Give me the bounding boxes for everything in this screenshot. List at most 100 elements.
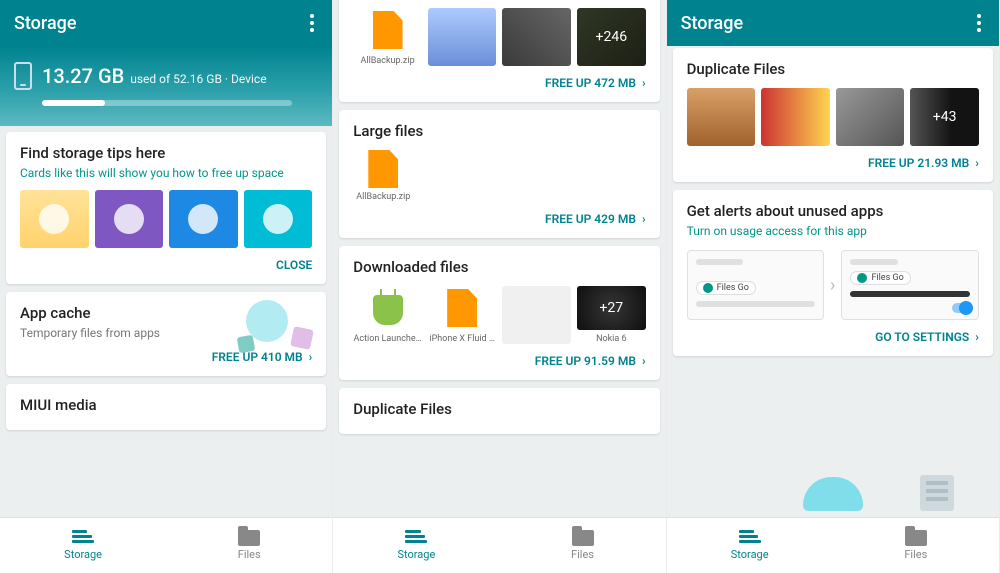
downloaded-title: Downloaded files [353, 258, 645, 276]
bottom-nav: Storage Files [667, 517, 999, 573]
footer-illustration [673, 471, 993, 511]
appbar-title: Storage [14, 13, 306, 34]
nav-files[interactable]: Files [833, 518, 999, 573]
nav-storage[interactable]: Storage [667, 518, 833, 573]
go-to-settings-button[interactable]: GO TO SETTINGS › [687, 330, 979, 344]
appbar-title: Storage [681, 13, 973, 34]
appbar: Storage [0, 0, 332, 46]
device-icon [14, 62, 32, 90]
close-label: CLOSE [276, 258, 312, 272]
nav-files-label: Files [904, 548, 927, 561]
more-count-overlay: +246 [577, 8, 646, 66]
nav-files-label: Files [571, 548, 594, 561]
media-thumb[interactable] [761, 88, 830, 146]
screen-storage-main: Storage 13.27 GB used of 52.16 GB · Devi… [0, 0, 333, 573]
list-item[interactable]: Action Launche… [353, 286, 422, 344]
duplicate-files-card-peek[interactable]: Duplicate Files [339, 388, 659, 434]
storage-tab-icon [72, 530, 94, 546]
miui-media-title: MIUI media [20, 396, 312, 414]
free-up-button[interactable]: FREE UP 91.59 MB › [353, 354, 645, 368]
folder-icon [905, 530, 927, 546]
free-up-button[interactable]: FREE UP 429 MB › [353, 212, 645, 226]
app-cache-illustration [208, 298, 318, 358]
screen-storage-scrolled: AllBackup.zip +246 FREE UP 472 MB › Larg… [333, 0, 666, 573]
media-thumb[interactable] [836, 88, 905, 146]
toggle-icon [952, 303, 972, 313]
duplicate-title: Duplicate Files [687, 60, 979, 78]
tips-card: Find storage tips here Cards like this w… [6, 132, 326, 284]
overflow-menu-icon[interactable] [973, 10, 985, 36]
free-up-label: FREE UP 21.93 MB [868, 156, 969, 170]
card-list[interactable]: Duplicate Files +43 FREE UP 21.93 MB › G… [667, 46, 999, 517]
list-item[interactable]: +27 Nokia 6 [577, 286, 646, 344]
duplicate-files-card[interactable]: Duplicate Files +43 FREE UP 21.93 MB › [673, 48, 993, 182]
downloaded-files-card[interactable]: Downloaded files Action Launche… iPhone … [339, 246, 659, 380]
media-thumb[interactable] [687, 88, 756, 146]
nav-storage-label: Storage [731, 548, 769, 561]
miui-media-card[interactable]: MIUI media [6, 384, 326, 430]
more-count-overlay: +27 [577, 286, 646, 330]
more-count-overlay: +43 [910, 88, 979, 146]
chevron-right-icon: › [642, 212, 646, 226]
card-list[interactable]: Find storage tips here Cards like this w… [0, 126, 332, 517]
file-label: Action Launche… [353, 334, 422, 344]
free-up-button[interactable]: FREE UP 472 MB › [353, 76, 645, 90]
media-card[interactable]: AllBackup.zip +246 FREE UP 472 MB › [339, 0, 659, 102]
tips-subtitle: Cards like this will show you how to fre… [20, 166, 312, 180]
media-thumb[interactable]: +43 [910, 88, 979, 146]
duplicate-title: Duplicate Files [353, 400, 645, 418]
tips-close-button[interactable]: CLOSE [20, 258, 312, 272]
large-files-card[interactable]: Large files AllBackup.zip FREE UP 429 MB… [339, 110, 659, 238]
overflow-menu-icon[interactable] [306, 10, 318, 36]
list-item[interactable]: AllBackup.zip [353, 150, 413, 202]
media-thumb[interactable]: +246 [577, 8, 646, 66]
file-label: AllBackup.zip [353, 56, 422, 66]
media-thumb[interactable] [502, 286, 571, 344]
nav-storage[interactable]: Storage [333, 518, 499, 573]
storage-progress-bar [42, 100, 292, 106]
screen-storage-alerts: Storage Duplicate Files +43 FREE UP 21.9… [667, 0, 1000, 573]
mock-settings-before: Files Go [687, 250, 824, 320]
tip-illustration [20, 190, 89, 248]
tip-illustration [95, 190, 164, 248]
usage-alerts-card[interactable]: Get alerts about unused apps Turn on usa… [673, 190, 993, 356]
folder-icon [238, 530, 260, 546]
nav-files[interactable]: Files [166, 518, 332, 573]
storage-tab-icon [405, 530, 427, 546]
chevron-right-icon: › [975, 156, 979, 170]
large-files-title: Large files [353, 122, 645, 140]
chevron-right-icon: › [642, 76, 646, 90]
free-up-button[interactable]: FREE UP 21.93 MB › [687, 156, 979, 170]
mock-chip-label: Files Go [717, 283, 749, 293]
chevron-right-icon: › [830, 275, 835, 296]
android-icon [373, 295, 403, 325]
nav-storage-label: Storage [64, 548, 102, 561]
settings-action-label: GO TO SETTINGS [875, 330, 969, 344]
storage-tab-icon [739, 530, 761, 546]
tip-illustration [169, 190, 238, 248]
free-up-label: FREE UP 91.59 MB [535, 354, 636, 368]
list-item[interactable]: AllBackup.zip [353, 8, 422, 66]
alerts-subtitle: Turn on usage access for this app [687, 224, 979, 238]
file-label: AllBackup.zip [353, 192, 413, 202]
nav-files-label: Files [238, 548, 261, 561]
nav-storage[interactable]: Storage [0, 518, 166, 573]
file-label: Nokia 6 [577, 334, 646, 344]
app-cache-card[interactable]: App cache Temporary files from apps FREE… [6, 292, 326, 376]
folder-icon [572, 530, 594, 546]
card-list[interactable]: AllBackup.zip +246 FREE UP 472 MB › Larg… [333, 0, 665, 517]
media-thumb[interactable] [428, 8, 497, 66]
list-item[interactable]: iPhone X Fluid … [428, 286, 497, 344]
nav-storage-label: Storage [397, 548, 435, 561]
alerts-title: Get alerts about unused apps [687, 202, 979, 220]
mock-chip-label: Files Go [871, 273, 903, 283]
storage-used-value: 13.27 GB [42, 64, 124, 88]
tips-title: Find storage tips here [20, 144, 312, 162]
nav-files[interactable]: Files [499, 518, 665, 573]
media-thumb[interactable]: +27 [577, 286, 646, 330]
file-icon [368, 150, 398, 188]
bottom-nav: Storage Files [0, 517, 332, 573]
tip-illustration [244, 190, 313, 248]
media-thumb[interactable] [502, 8, 571, 66]
storage-usage-header: 13.27 GB used of 52.16 GB · Device [0, 46, 332, 126]
